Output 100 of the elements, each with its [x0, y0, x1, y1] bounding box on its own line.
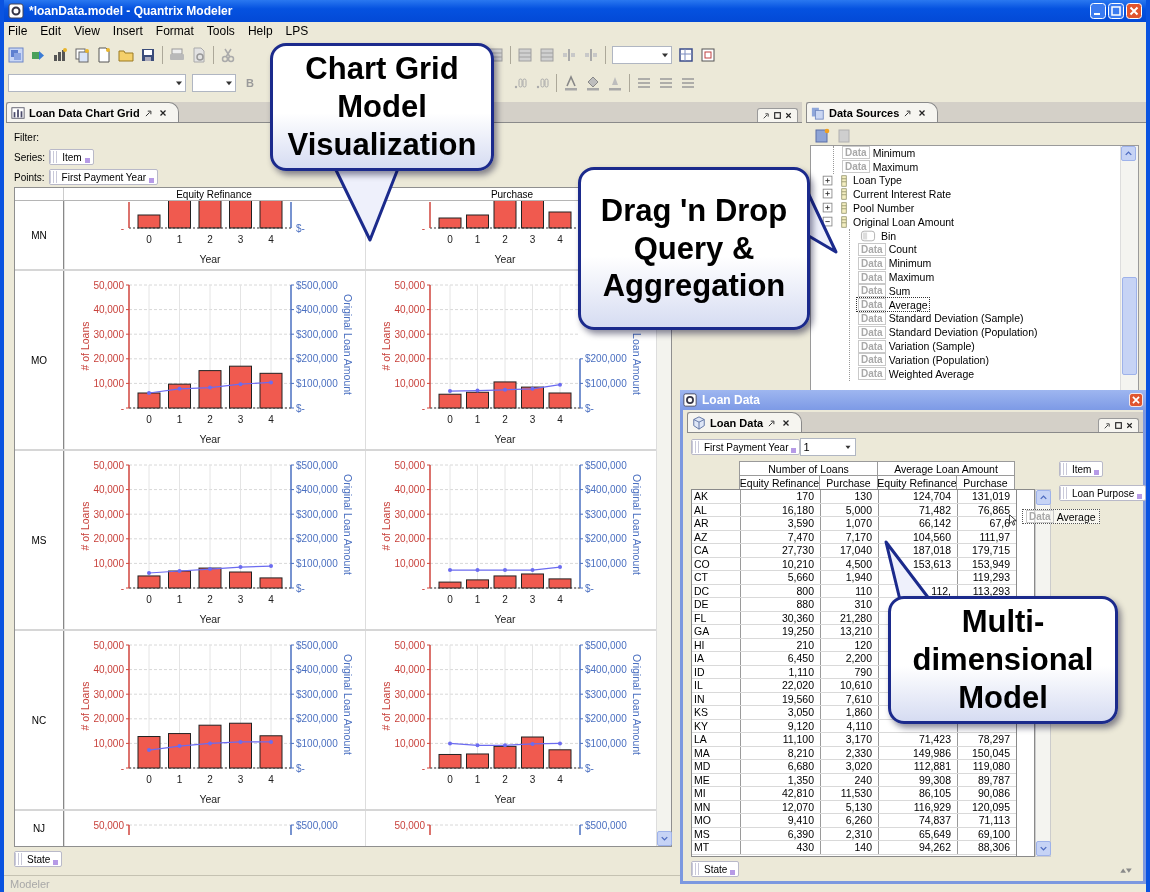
document-icon[interactable]	[836, 128, 852, 144]
lines-icon[interactable]	[657, 75, 674, 91]
axis-title: Year	[494, 793, 516, 805]
close-icon[interactable]	[917, 107, 928, 118]
tick-label: $100,000	[296, 377, 338, 389]
printer-icon[interactable]	[169, 47, 185, 63]
expand-icon[interactable]	[821, 173, 835, 188]
scroll-up-button[interactable]	[1121, 146, 1136, 161]
row-header: AR	[693, 517, 710, 530]
tick-label: $200,000	[296, 353, 338, 365]
cut-icon[interactable]	[220, 47, 236, 63]
save-icon[interactable]	[140, 47, 156, 63]
tick-label: 1	[176, 414, 183, 425]
tree-item[interactable]: Data Count	[856, 242, 919, 257]
tree-item[interactable]: Data Average	[856, 297, 930, 313]
scroll-down-button[interactable]	[657, 831, 672, 846]
scroll-thumb[interactable]	[1122, 277, 1137, 375]
tree-item[interactable]: Loan Type	[853, 174, 902, 187]
collapse-icon[interactable]	[821, 214, 835, 229]
close-icon[interactable]	[784, 111, 793, 120]
tree-item[interactable]: Data Minimum	[840, 146, 918, 161]
row-header: IA	[693, 652, 705, 665]
dimension-tile[interactable]: Loan Purpose	[1059, 485, 1147, 501]
item-label: Minimum	[888, 257, 932, 270]
tree-item[interactable]: Data Minimum	[856, 255, 934, 271]
folder-icon[interactable]	[118, 47, 134, 63]
tree-item[interactable]: Data Weighted Average	[856, 366, 977, 382]
tree-item[interactable]: Bin	[856, 227, 899, 244]
tree-item[interactable]: Data Sum	[856, 283, 913, 299]
menu-item[interactable]: Tools	[206, 24, 235, 38]
arrow-icon[interactable]	[1103, 421, 1112, 430]
dimension-tile[interactable]: State	[691, 861, 740, 877]
new-document-icon[interactable]	[96, 47, 112, 63]
font-color-icon[interactable]	[562, 75, 579, 91]
tree-item[interactable]: Data Standard Deviation (Population)	[856, 324, 1040, 340]
menu-item[interactable]: Help	[247, 24, 273, 38]
arrow-icon[interactable]	[767, 417, 778, 428]
preview-icon[interactable]	[191, 47, 207, 63]
menu-item[interactable]: View	[74, 24, 100, 38]
expand-icon[interactable]	[821, 201, 835, 216]
lines-icon[interactable]	[635, 75, 652, 91]
arrow-icon[interactable]	[903, 107, 914, 118]
size-field[interactable]	[192, 74, 236, 92]
tree-item[interactable]: Data Maximum	[856, 269, 937, 285]
arrow-icon[interactable]	[143, 107, 154, 118]
value-dropdown[interactable]: 1	[800, 438, 857, 456]
close-icon[interactable]	[1125, 421, 1134, 430]
arrow-icon[interactable]	[762, 111, 771, 120]
tree-item[interactable]: Original Loan Amount	[853, 215, 954, 228]
column-icon[interactable]	[583, 47, 599, 63]
menu-item[interactable]: Edit	[40, 24, 62, 38]
tick-label: 3	[237, 594, 244, 605]
maximize-icon[interactable]	[1114, 421, 1123, 430]
column-header: Equity Refinance	[739, 475, 819, 489]
row-header: HI	[693, 638, 706, 651]
cards-icon[interactable]	[74, 47, 90, 63]
tree-item[interactable]: Data Maximum	[840, 159, 921, 175]
menu-item[interactable]: Format	[155, 24, 194, 38]
fill-color-icon[interactable]	[584, 75, 601, 91]
scroll-up-button[interactable]	[1036, 490, 1051, 505]
expand-icon[interactable]	[821, 187, 835, 202]
scroll-down-button[interactable]	[1036, 841, 1051, 856]
dimension-tile[interactable]: Item	[1059, 461, 1104, 477]
panel-tab[interactable]: Data Sources	[806, 102, 939, 122]
dimension-tile[interactable]: First Payment Year	[691, 439, 801, 455]
row-header: MS	[693, 827, 711, 840]
window-icon[interactable]	[700, 47, 716, 63]
font-field[interactable]	[8, 74, 186, 92]
lines-icon[interactable]	[679, 75, 696, 91]
tick-label: 0	[146, 594, 152, 605]
windows-icon[interactable]	[8, 47, 24, 63]
tree-item[interactable]: Data Variation (Population)	[856, 352, 991, 368]
chart-icon[interactable]	[52, 47, 68, 63]
dropdown-field[interactable]	[612, 46, 672, 64]
tree-item[interactable]: Data Standard Deviation (Sample)	[856, 310, 1026, 326]
menu-item[interactable]: LPS	[285, 24, 309, 38]
tick-label: $200,000	[585, 713, 627, 725]
close-icon[interactable]	[781, 417, 792, 428]
new-document-icon[interactable]	[814, 128, 830, 144]
column-icon[interactable]	[561, 47, 577, 63]
tick-label: 1	[176, 594, 183, 605]
border-icon[interactable]	[678, 47, 694, 63]
tree-item[interactable]: Current Interest Rate	[853, 188, 952, 201]
close-icon[interactable]	[157, 107, 168, 118]
dimension-tile[interactable]: Item	[49, 149, 94, 165]
maximize-icon[interactable]	[773, 111, 782, 120]
dropdown-value: 1	[803, 441, 810, 453]
dimension-tile[interactable]: First Payment Year	[48, 169, 159, 185]
table-cell: 21,280	[820, 611, 878, 624]
minimize-icon[interactable]	[1090, 3, 1106, 19]
panel-tab[interactable]: Loan Data	[687, 412, 803, 432]
dimension-tile[interactable]: State	[14, 851, 63, 867]
panel-tab[interactable]: Loan Data Chart Grid	[6, 102, 179, 122]
line-color-icon[interactable]	[606, 75, 623, 91]
menu-item[interactable]: File	[8, 24, 28, 38]
field-icon	[838, 173, 850, 188]
tree-item[interactable]: Data Variation (Sample)	[856, 338, 977, 354]
menu-item[interactable]: Insert	[112, 24, 143, 38]
table-cell: 3,050	[740, 706, 820, 719]
tree-item[interactable]: Pool Number	[853, 202, 915, 215]
